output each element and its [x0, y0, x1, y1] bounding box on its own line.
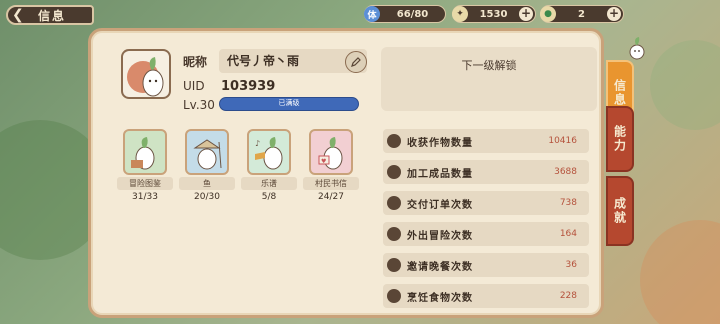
add-gem-button[interactable]: + — [607, 7, 621, 21]
adventure-book-icon — [123, 129, 167, 175]
coin-icon: ✦ — [452, 6, 468, 22]
tab-label: 信息 — [612, 79, 627, 107]
stat-value: 3688 — [554, 167, 577, 177]
stat-label: 加工成品数量 — [407, 168, 473, 180]
stat-value: 10416 — [548, 136, 577, 146]
coin-value: 1530 — [479, 8, 508, 20]
collection-count: 5/8 — [261, 192, 277, 202]
stat-row-cooking: 烹饪食物次数 228 — [383, 284, 589, 308]
collection-card-fish[interactable]: 鱼 20/30 — [179, 129, 235, 202]
stamina-counter[interactable]: 体 66/80 — [364, 5, 446, 23]
fish-icon — [185, 129, 229, 175]
collection-count: 24/27 — [318, 192, 344, 202]
avatar[interactable] — [121, 49, 171, 99]
dinner-icon — [387, 258, 401, 272]
background-foliage — [640, 220, 720, 324]
cooking-icon — [387, 289, 401, 303]
tab-ability[interactable]: 能力 — [606, 106, 634, 172]
collection-list: 冒险图鉴 31/33 鱼 20/30 ♪ 乐谱 5/8 ♥ 村民书信 24/27 — [117, 129, 359, 202]
adventure-icon — [387, 227, 401, 241]
add-coin-button[interactable]: + — [519, 7, 533, 21]
stat-row-harvest: 收获作物数量 10416 — [383, 129, 589, 153]
uid-label: UID — [183, 79, 205, 93]
order-icon — [387, 196, 401, 210]
gem-icon: ● — [540, 6, 556, 22]
back-button[interactable]: ❮ 信息 — [6, 5, 94, 25]
processing-icon — [387, 165, 401, 179]
uid-value: 103939 — [221, 79, 276, 94]
radish-avatar-icon — [127, 57, 164, 97]
level-status: 已满级 — [278, 99, 300, 107]
letter-icon: ♥ — [309, 129, 353, 175]
stat-row-adventure: 外出冒险次数 164 — [383, 222, 589, 246]
edit-name-button[interactable] — [345, 51, 367, 73]
stat-label: 外出冒险次数 — [407, 230, 473, 242]
info-panel: 昵称 代号丿帝丶雨 UID 103939 Lv.30 已满级 下一级解锁 冒险图… — [88, 28, 604, 318]
stat-label: 交付订单次数 — [407, 199, 473, 211]
collection-count: 20/30 — [194, 192, 220, 202]
tab-achievement[interactable]: 成就 — [606, 176, 634, 246]
pencil-icon — [351, 57, 361, 67]
chevron-left-icon: ❮ — [12, 7, 24, 23]
gem-value: 2 — [578, 8, 585, 20]
stat-label: 邀请晚餐次数 — [407, 261, 473, 273]
collection-card-music[interactable]: ♪ 乐谱 5/8 — [241, 129, 297, 202]
collection-card-letters[interactable]: ♥ 村民书信 24/27 — [303, 129, 359, 202]
radish-mascot-icon — [629, 37, 645, 60]
collection-card-adventure[interactable]: 冒险图鉴 31/33 — [117, 129, 173, 202]
svg-text:♥: ♥ — [321, 158, 326, 165]
stat-label: 收获作物数量 — [407, 137, 473, 149]
gem-counter[interactable]: ● 2 + — [540, 5, 624, 23]
coin-counter[interactable]: ✦ 1530 + — [452, 5, 536, 23]
stats-list: 收获作物数量 10416 加工成品数量 3688 交付订单次数 738 外出冒险… — [383, 129, 589, 315]
next-unlock-box: 下一级解锁 — [381, 47, 597, 111]
stat-label: 烹饪食物次数 — [407, 292, 473, 304]
collection-label: 乐谱 — [241, 177, 297, 190]
stat-value: 228 — [559, 291, 577, 301]
collection-label: 鱼 — [179, 177, 235, 190]
stat-row-orders: 交付订单次数 738 — [383, 191, 589, 215]
tab-label: 能力 — [612, 125, 627, 153]
next-unlock-title: 下一级解锁 — [461, 59, 517, 72]
stat-row-dinner: 邀请晚餐次数 36 — [383, 253, 589, 277]
music-score-icon: ♪ — [247, 129, 291, 175]
tab-label: 成就 — [612, 197, 627, 225]
stat-value: 36 — [565, 260, 577, 270]
stat-value: 738 — [559, 198, 577, 208]
stamina-value: 66/80 — [396, 8, 429, 20]
nickname-label: 昵称 — [183, 55, 208, 69]
level-label: Lv.30 — [183, 98, 215, 112]
collection-count: 31/33 — [132, 192, 158, 202]
stat-row-processed: 加工成品数量 3688 — [383, 160, 589, 184]
stat-value: 164 — [559, 229, 577, 239]
collection-label: 村民书信 — [303, 177, 359, 190]
back-button-label: 信息 — [38, 8, 67, 23]
harvest-icon — [387, 134, 401, 148]
stamina-icon: 体 — [364, 6, 380, 22]
svg-text:♪: ♪ — [255, 139, 260, 148]
level-progress-bar: 已满级 — [219, 97, 359, 111]
background-foliage — [650, 40, 720, 130]
collection-label: 冒险图鉴 — [117, 177, 173, 190]
